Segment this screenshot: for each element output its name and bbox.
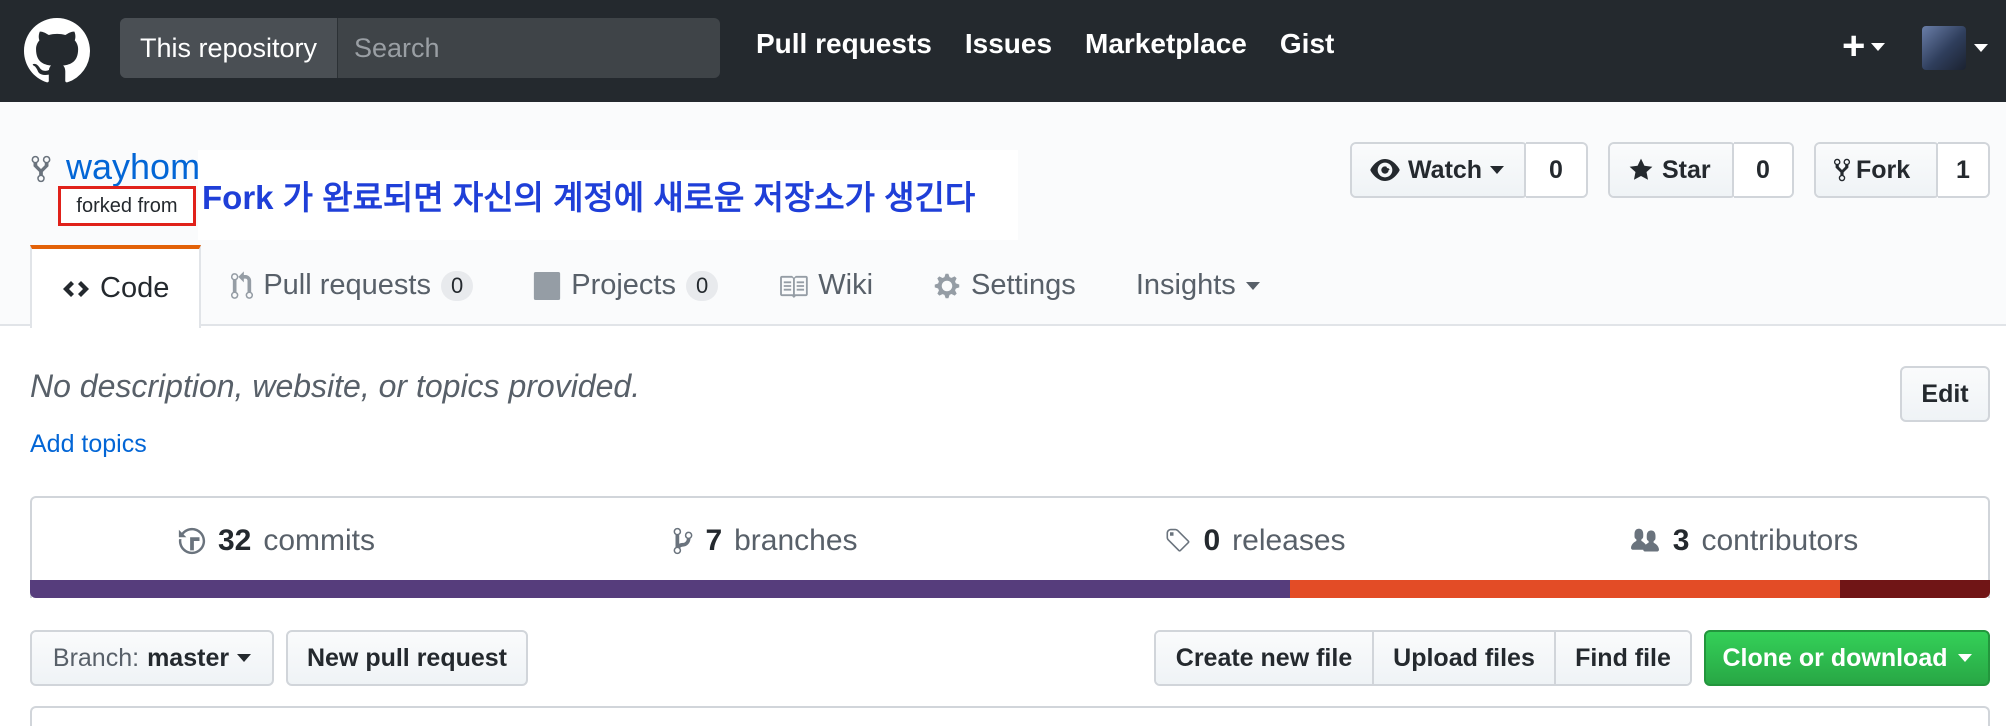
star-icon <box>1629 158 1653 180</box>
nav-marketplace[interactable]: Marketplace <box>1085 28 1247 60</box>
chevron-down-icon <box>1957 654 1972 662</box>
language-bar[interactable] <box>30 580 1990 598</box>
star-count[interactable]: 0 <box>1734 144 1792 196</box>
book-icon <box>780 275 809 298</box>
watch-count[interactable]: 0 <box>1526 144 1586 196</box>
fork-count[interactable]: 1 <box>1938 144 1988 196</box>
code-icon <box>63 280 89 297</box>
star-count-box: 0 <box>1734 142 1794 198</box>
avatar[interactable] <box>1922 26 1966 70</box>
tab-code[interactable]: Code <box>30 245 202 328</box>
branches-label: branches <box>734 524 858 557</box>
tab-projects[interactable]: Projects 0 <box>503 245 748 326</box>
watch-button-group: Watch <box>1350 142 1528 198</box>
clone-label: Clone or download <box>1722 643 1948 672</box>
contributors-link[interactable]: 3 contributors <box>1499 498 1988 584</box>
repo-forked-icon <box>31 155 51 183</box>
tab-counter: 0 <box>686 270 719 301</box>
file-list-container <box>30 706 1990 726</box>
tab-label: Projects <box>571 269 676 301</box>
add-topics-link[interactable]: Add topics <box>30 430 147 459</box>
repo-description: No description, website, or topics provi… <box>30 368 641 404</box>
language-segment <box>30 580 1290 598</box>
global-header: This repository Pull requests Issues Mar… <box>0 0 2006 102</box>
tab-label: Code <box>100 272 170 304</box>
releases-label: releases <box>1232 524 1346 557</box>
releases-count: 0 <box>1203 524 1221 557</box>
nav-pull-requests[interactable]: Pull requests <box>756 28 932 60</box>
annotation-callout: Fork 가 완료되면 자신의 계정에 새로운 저장소가 생긴다 <box>198 150 1018 240</box>
gear-icon <box>934 273 960 298</box>
tab-wiki[interactable]: Wiki <box>748 245 903 326</box>
watch-label: Watch <box>1408 155 1483 184</box>
commits-link[interactable]: 32 commits <box>32 498 521 584</box>
header-nav: Pull requests Issues Marketplace Gist <box>756 28 1334 60</box>
repo-tabs: Code Pull requests 0 Projects 0 Wiki Set… <box>30 245 1290 328</box>
repo-name-link[interactable]: wayhom <box>66 146 200 188</box>
clone-or-download-button[interactable]: Clone or download <box>1704 630 1990 686</box>
tab-label: Insights <box>1135 269 1236 301</box>
tab-label: Wiki <box>818 269 874 301</box>
tab-settings[interactable]: Settings <box>903 245 1106 326</box>
fork-button[interactable]: Fork <box>1816 144 1938 196</box>
fork-button-group: Fork <box>1814 142 1940 198</box>
chevron-down-icon <box>1245 281 1260 290</box>
language-segment <box>1840 580 1990 598</box>
commits-count: 32 <box>217 524 252 557</box>
eye-icon <box>1370 159 1400 181</box>
repo-header: wayhom Fork 가 완료되면 자신의 계정에 새로운 저장소가 생긴다 … <box>0 102 2006 328</box>
plus-icon: + <box>1842 24 1866 68</box>
forked-from-label: forked from <box>58 186 196 226</box>
tab-label: Pull requests <box>263 269 431 301</box>
chevron-down-icon <box>237 654 252 662</box>
star-button-group: Star <box>1608 142 1736 198</box>
project-icon <box>534 271 561 300</box>
fork-count-box: 1 <box>1938 142 1990 198</box>
contributors-label: contributors <box>1701 524 1859 557</box>
search-scope-label[interactable]: This repository <box>120 18 338 78</box>
edit-button[interactable]: Edit <box>1900 366 1990 422</box>
language-segment <box>1290 580 1840 598</box>
chevron-down-icon[interactable] <box>1974 44 1988 52</box>
upload-files-button[interactable]: Upload files <box>1374 632 1556 684</box>
contributors-count: 3 <box>1672 524 1690 557</box>
branch-icon <box>674 527 693 555</box>
star-button[interactable]: Star <box>1610 144 1734 196</box>
search-input[interactable] <box>338 18 720 78</box>
history-icon <box>178 527 206 555</box>
people-icon <box>1630 528 1659 552</box>
pull-request-icon <box>231 270 254 299</box>
watch-button[interactable]: Watch <box>1352 144 1526 196</box>
new-pull-request-button[interactable]: New pull request <box>286 630 528 686</box>
branch-name: master <box>147 643 230 672</box>
tag-icon <box>1166 528 1190 552</box>
tab-counter: 0 <box>440 270 474 301</box>
releases-link[interactable]: 0 releases <box>1010 498 1499 584</box>
chevron-down-icon <box>1871 42 1886 51</box>
watch-count-box: 0 <box>1526 142 1588 198</box>
branch-select-button[interactable]: Branch: master <box>30 630 274 686</box>
repo-forked-icon <box>1834 158 1850 182</box>
branches-link[interactable]: 7 branches <box>521 498 1010 584</box>
create-new-file-button[interactable]: Create new file <box>1156 632 1374 684</box>
nav-gist[interactable]: Gist <box>1280 28 1334 60</box>
fork-label: Fork <box>1856 155 1911 184</box>
tab-insights[interactable]: Insights <box>1106 245 1290 326</box>
find-file-button[interactable]: Find file <box>1556 632 1690 684</box>
github-logo-icon[interactable] <box>24 18 90 84</box>
commits-label: commits <box>263 524 376 557</box>
star-label: Star <box>1662 155 1711 184</box>
nav-issues[interactable]: Issues <box>965 28 1052 60</box>
tab-label: Settings <box>971 269 1076 301</box>
create-new-dropdown[interactable]: + <box>1842 24 1886 69</box>
chevron-down-icon <box>1490 166 1505 174</box>
branches-count: 7 <box>705 524 723 557</box>
tab-pull-requests[interactable]: Pull requests 0 <box>201 245 503 326</box>
file-actions-group: Create new file Upload files Find file <box>1154 630 1692 686</box>
branch-prefix: Branch: <box>52 643 140 672</box>
search-bar: This repository <box>120 18 720 78</box>
